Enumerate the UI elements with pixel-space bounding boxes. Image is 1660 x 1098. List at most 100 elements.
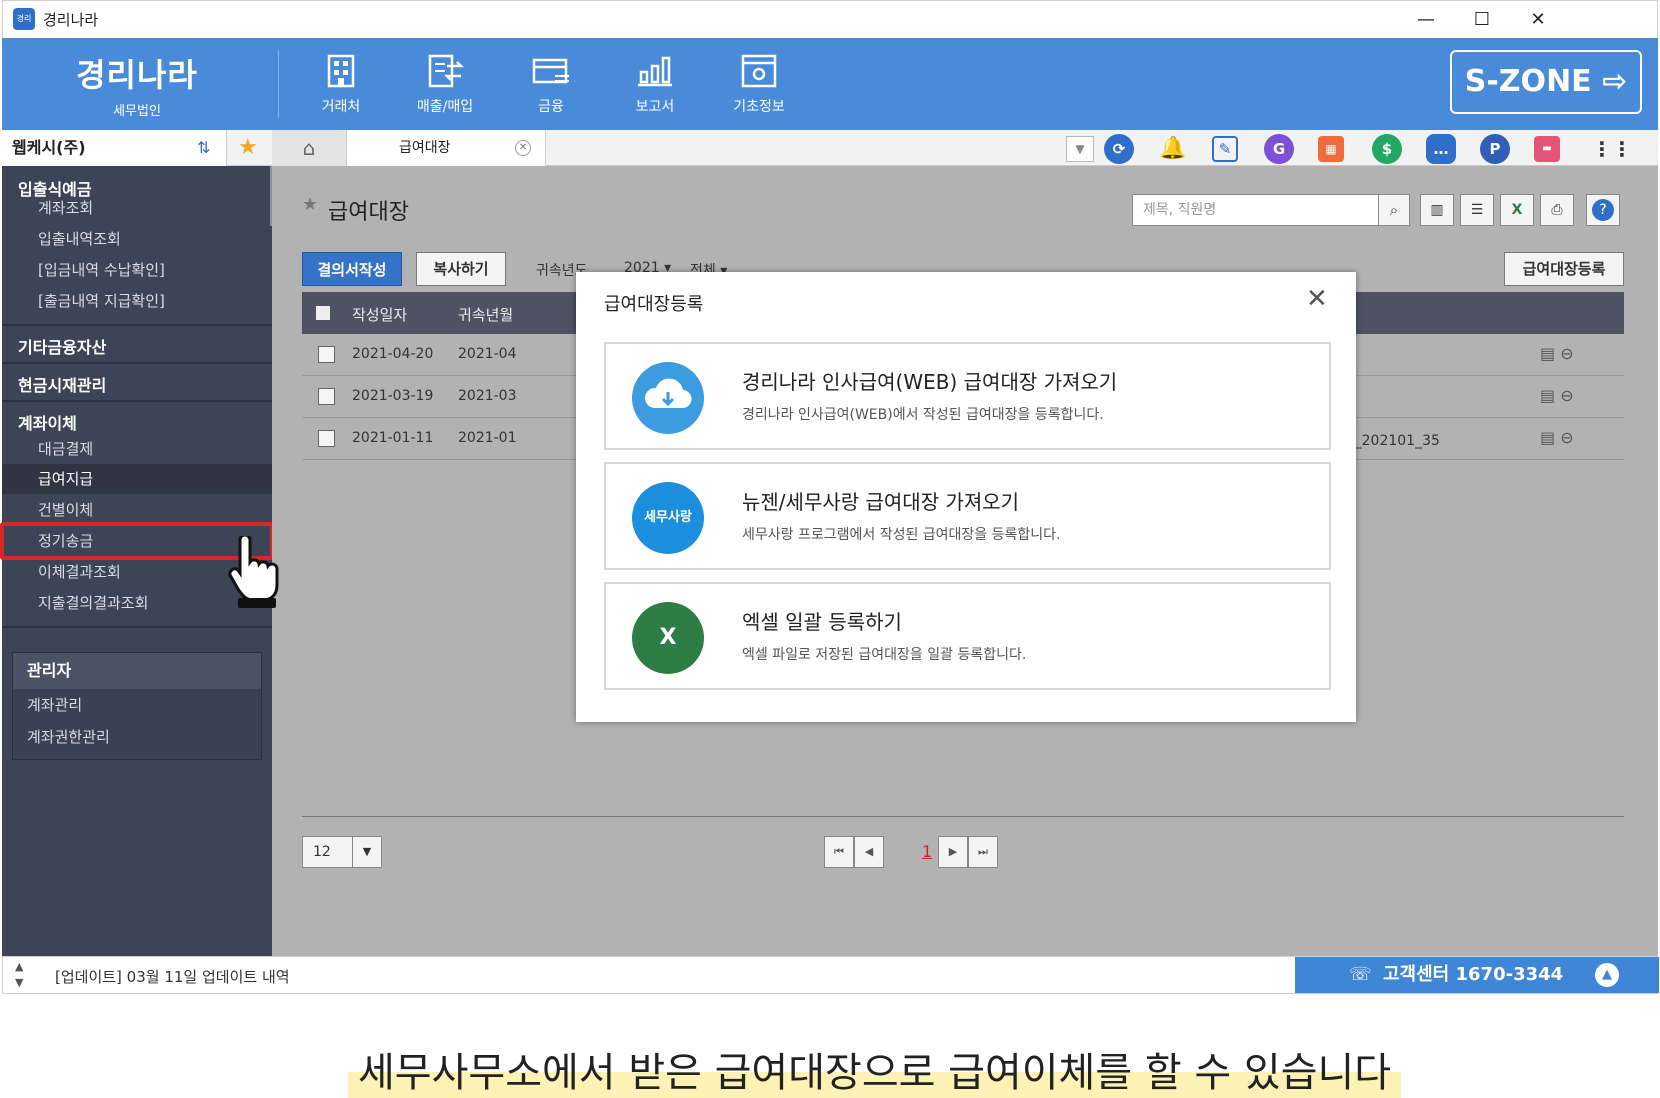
row-action-icons[interactable]: ▤ ⊖ [1540, 386, 1574, 405]
sidebar-section-cash[interactable]: 현금시재관리 [2, 372, 272, 396]
search-input[interactable]: 제목, 직원명 [1132, 194, 1402, 226]
sidebar-item-account-permission[interactable]: 계좌권한관리 [13, 721, 261, 753]
status-bar: ▲ ▼ [업데이트] 03월 11일 업데이트 내역 ☏ 고객센터 1670-33… [2, 956, 1659, 994]
row-checkbox[interactable] [318, 430, 335, 447]
sidebar-item-account-inquiry[interactable]: 계좌조회 [2, 193, 272, 223]
update-notice[interactable]: [업데이트] 03월 11일 업데이트 내역 [55, 966, 290, 987]
column-header-date: 작성일자 [352, 306, 408, 324]
option-desc: 세무사랑 프로그램에서 작성된 급여대장을 등록합니다. [742, 527, 1061, 543]
hand-cursor-icon [226, 533, 284, 614]
sidebar-item-deposit-confirm[interactable]: [입금내역 수납확인] [2, 255, 272, 285]
tab-bar: 웹케시(주) ⇅ ★ ⌂ 급여대장 ✕ ▼ ⟳ 🔔 ✎ G ▦ $ … P ▬ … [2, 130, 1658, 166]
nav-basic-info-button[interactable]: 기초정보 [714, 52, 804, 116]
close-window-button[interactable]: ✕ [1513, 5, 1563, 35]
szone-button[interactable]: S-ZONE ⇨ [1450, 50, 1642, 114]
support-label: 고객센터 1670-3344 [1383, 964, 1564, 985]
option-import-semusarang[interactable]: 세무사랑 뉴젠/세무사랑 급여대장 가져오기 세무사랑 프로그램에서 작성된 급… [604, 462, 1331, 570]
chevron-down-icon[interactable]: ▼ [352, 836, 382, 868]
memo-edit-icon[interactable]: ✎ [1212, 136, 1238, 162]
sidebar-item-withdraw-confirm[interactable]: [출금내역 지급확인] [2, 286, 272, 316]
write-resolution-button[interactable]: 결의서작성 [302, 252, 402, 286]
chat-icon[interactable]: … [1426, 134, 1456, 164]
register-payroll-button[interactable]: 급여대장등록 [1504, 252, 1624, 286]
nav-sales-button[interactable]: 매출/매입 [400, 52, 490, 116]
chart-icon [638, 56, 672, 87]
sidebar-item-account-manage[interactable]: 계좌관리 [13, 689, 261, 721]
option-excel-upload[interactable]: X 엑셀 일괄 등록하기 엑셀 파일로 저장된 급여대장을 일괄 등록합니다. [604, 582, 1331, 690]
select-all-checkbox[interactable] [316, 306, 330, 320]
nav-report-button[interactable]: 보고서 [610, 52, 700, 116]
current-page[interactable]: 1 [922, 842, 932, 861]
brand-name: 경리나라 [76, 56, 198, 94]
home-tab[interactable]: ⌂ [272, 130, 346, 166]
excel-logo-icon: X [632, 602, 704, 674]
excel-icon[interactable]: X [1500, 194, 1534, 226]
sidebar-section-other-assets[interactable]: 기타금융자산 [2, 334, 272, 358]
column-header-period: 귀속년월 [458, 306, 514, 324]
modal-close-icon[interactable]: ✕ [1306, 284, 1328, 314]
help-icon[interactable]: ? [1586, 194, 1620, 226]
dollar-icon[interactable]: $ [1372, 134, 1402, 164]
admin-panel: 관리자 계좌관리 계좌권한관리 [12, 652, 262, 760]
chevron-up-icon[interactable]: ▲ [1595, 963, 1619, 987]
minimize-button[interactable]: — [1401, 5, 1451, 35]
sidebar-section-transfer[interactable]: 계좌이체 [2, 410, 272, 434]
tab-label: 급여대장 [399, 140, 451, 156]
g-app-icon[interactable]: G [1264, 134, 1294, 164]
app-grid-icon[interactable]: ⋮⋮ [1592, 134, 1632, 164]
sidebar-item-transaction-inquiry[interactable]: 입출내역조회 [2, 224, 272, 254]
refresh-icon[interactable]: ⟳ [1104, 134, 1134, 164]
admin-title: 관리자 [13, 653, 261, 689]
sidebar-item-salary[interactable]: 급여지급 [2, 464, 272, 494]
semusarang-logo-icon: 세무사랑 [632, 482, 704, 554]
list-view-icon[interactable]: ☰ [1460, 194, 1494, 226]
app-header: 경리나라 세무법인 거래처 매출/매입 금융 보고서 기초정보 S-ZONE ⇨ [2, 38, 1658, 130]
p-app-icon[interactable]: P [1480, 134, 1510, 164]
cell-period: 2021-03 [458, 388, 517, 404]
cell-date: 2021-03-19 [352, 388, 434, 404]
search-icon[interactable]: ⌕ [1378, 194, 1410, 226]
brand-logo[interactable]: 경리나라 세무법인 [72, 50, 202, 119]
sticky-memo-icon[interactable]: ▬ [1534, 136, 1560, 162]
maximize-button[interactable]: ☐ [1457, 5, 1507, 35]
sort-icon[interactable]: ⇅ [197, 130, 210, 166]
nav-client-button[interactable]: 거래처 [296, 52, 386, 116]
next-page-button[interactable]: ▶ [938, 836, 968, 868]
modal-title: 급여대장등록 [604, 294, 704, 315]
row-action-icons[interactable]: ▤ ⊖ [1540, 344, 1574, 363]
register-modal: 급여대장등록 ✕ 경리나라 인사급여(WEB) 급여대장 가져오기 경리나라 인… [576, 272, 1356, 722]
prev-page-button[interactable]: ◀ [854, 836, 884, 868]
chart-view-icon[interactable]: ▥ [1420, 194, 1454, 226]
option-title: 경리나라 인사급여(WEB) 급여대장 가져오기 [742, 370, 1118, 394]
option-import-web[interactable]: 경리나라 인사급여(WEB) 급여대장 가져오기 경리나라 인사급여(WEB)에… [604, 342, 1331, 450]
nav-label: 매출/매입 [416, 99, 474, 115]
calendar-icon[interactable]: ▦ [1318, 136, 1344, 162]
print-icon[interactable]: ⎙ [1540, 194, 1574, 226]
company-selector[interactable]: 웹케시(주) [2, 130, 227, 166]
page-favorite-icon[interactable]: ★ [302, 194, 318, 215]
option-title: 뉴젠/세무사랑 급여대장 가져오기 [742, 490, 1020, 514]
tab-dropdown-button[interactable]: ▼ [1066, 136, 1094, 162]
bell-icon[interactable]: 🔔 [1158, 134, 1188, 164]
copy-button[interactable]: 복사하기 [416, 252, 506, 286]
tab-payroll[interactable]: 급여대장 ✕ [346, 130, 546, 166]
brand-sub: 세무법인 [113, 104, 161, 119]
nav-finance-button[interactable]: 금융 [506, 52, 596, 116]
favorite-star-icon[interactable]: ★ [238, 130, 258, 166]
row-checkbox[interactable] [318, 388, 335, 405]
first-page-button[interactable]: ⏮ [824, 836, 854, 868]
sidebar-item-single-transfer[interactable]: 건별이체 [2, 495, 272, 525]
sidebar-divider [2, 324, 272, 326]
tab-close-icon[interactable]: ✕ [515, 140, 531, 156]
sidebar-divider [2, 400, 272, 402]
sidebar-divider [2, 362, 272, 364]
row-checkbox[interactable] [318, 346, 335, 363]
sidebar-item-payment[interactable]: 대금결제 [2, 434, 272, 464]
cell-period: 2021-01 [458, 430, 517, 446]
status-scroll-icon[interactable]: ▲ ▼ [15, 959, 23, 991]
settings-window-icon [741, 54, 777, 88]
last-page-button[interactable]: ⏭ [968, 836, 998, 868]
phone-icon: ☏ [1349, 964, 1372, 985]
row-action-icons[interactable]: ▤ ⊖ [1540, 428, 1574, 447]
nav-label: 거래처 [321, 99, 361, 115]
